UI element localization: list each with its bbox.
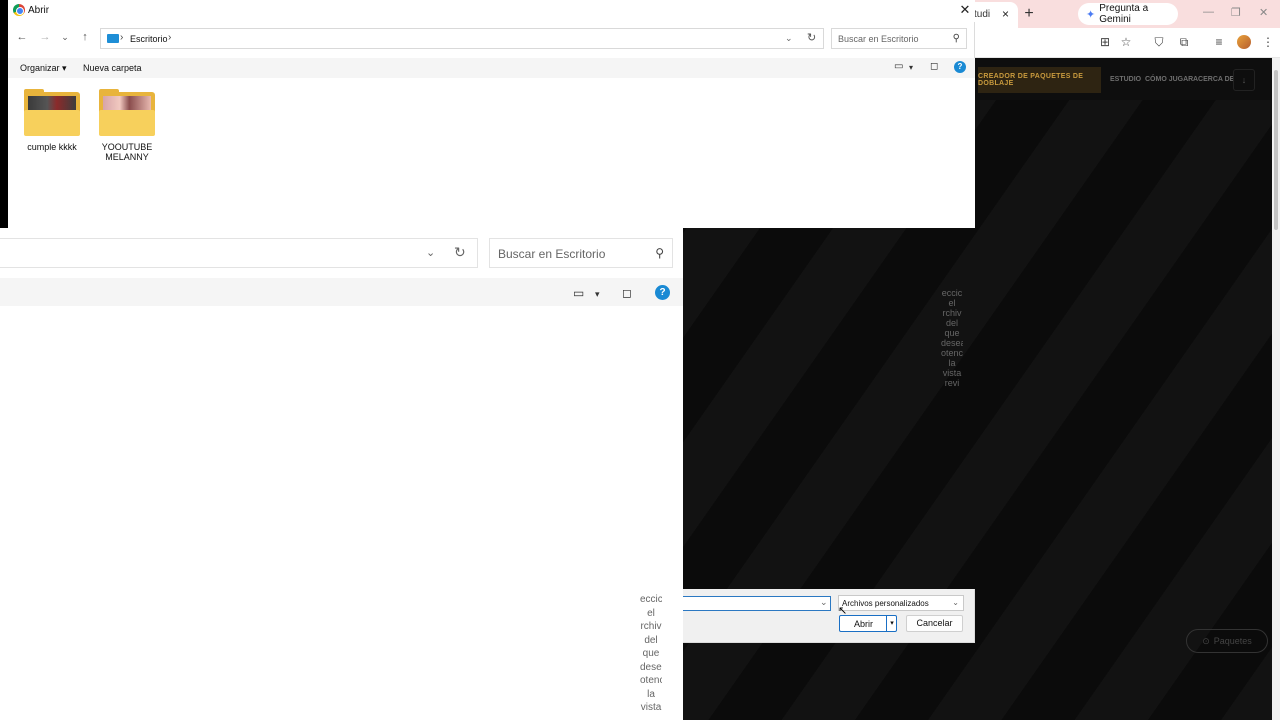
- folder-name: YOOUTUBE MELANNY: [101, 142, 153, 162]
- refresh-icon[interactable]: ↻: [807, 31, 816, 44]
- open-button-label: Abrir: [854, 619, 874, 629]
- preview-hint-text-ghost: eccic el rchiv del que desea otenc la vi…: [640, 594, 662, 713]
- breadcrumb-escritorio[interactable]: Escritorio: [130, 34, 168, 44]
- recent-locations-button[interactable]: ⌄: [58, 32, 72, 43]
- restore-window-icon[interactable]: ❐: [1231, 6, 1241, 19]
- extensions-icon[interactable]: ⧉: [1176, 35, 1192, 50]
- scrollbar-thumb[interactable]: [1274, 70, 1278, 230]
- new-tab-button[interactable]: +: [1020, 5, 1038, 23]
- nav-link-estudio[interactable]: ESTUDIO: [1110, 76, 1141, 83]
- user-icon[interactable]: ↓: [1233, 69, 1255, 91]
- media-icon[interactable]: ≡: [1211, 35, 1227, 49]
- file-list: cumple kkkk YOOUTUBE MELANNY: [8, 78, 975, 228]
- gemini-label: Pregunta a Gemini: [1099, 3, 1149, 25]
- forward-button[interactable]: →: [38, 31, 52, 43]
- star-icon[interactable]: ☆: [1118, 35, 1134, 49]
- folder-item[interactable]: YOOUTUBE MELANNY: [92, 89, 162, 162]
- close-window-icon[interactable]: ✕: [1259, 6, 1268, 19]
- browser-tab[interactable]: tudi ×: [968, 2, 1018, 28]
- breadcrumb-separator-icon[interactable]: ›: [120, 32, 123, 43]
- ghost-search-placeholder: Buscar en Escritorio: [498, 247, 606, 261]
- gemini-sparkle-icon: ✦: [1086, 8, 1096, 21]
- filetype-value: Archivos personalizados: [842, 599, 929, 608]
- paquetes-label: Paquetes: [1213, 636, 1252, 646]
- gemini-button[interactable]: ✦ Pregunta a Gemini: [1078, 3, 1178, 25]
- organize-button[interactable]: Organizar ▾: [20, 63, 67, 74]
- menu-icon[interactable]: ⋮: [1260, 35, 1276, 49]
- new-folder-button[interactable]: Nueva carpeta: [83, 63, 142, 73]
- up-button[interactable]: ↑: [78, 31, 92, 43]
- address-bar[interactable]: › Escritorio › ⌄ ↻: [100, 28, 824, 49]
- translate-icon[interactable]: ⊞: [1097, 35, 1113, 49]
- mouse-cursor-icon: ↖: [838, 605, 848, 617]
- refresh-icon: ↻: [454, 244, 466, 260]
- folder-item[interactable]: cumple kkkk: [17, 89, 87, 152]
- chevron-down-icon: ⌄: [426, 247, 436, 259]
- render-artifact-strip: [0, 0, 8, 228]
- preview-hint-text: eccic el rchiv del que desea otenc la vi…: [941, 288, 963, 388]
- help-icon[interactable]: ?: [954, 61, 966, 73]
- close-dialog-button[interactable]: ✕: [958, 2, 972, 18]
- chevron-down-icon[interactable]: ⌄: [820, 597, 828, 608]
- command-bar: [8, 58, 975, 78]
- dialog-titlebar[interactable]: [8, 0, 975, 22]
- shield-icon[interactable]: ⛉: [1151, 35, 1167, 50]
- folder-name: cumple kkkk: [27, 142, 77, 152]
- preview-pane-icon[interactable]: ◻: [930, 61, 938, 72]
- dialog-title: Abrir: [28, 5, 50, 16]
- nav-link-acerca[interactable]: ACERCA DE: [1193, 76, 1234, 83]
- creator-cta-button[interactable]: CREADOR DE PAQUETES DE DOBLAJE: [978, 67, 1101, 93]
- package-icon: ⊙: [1202, 635, 1210, 646]
- open-options-dropdown[interactable]: ▾: [886, 616, 897, 631]
- open-button[interactable]: Abrir ▾: [839, 615, 897, 632]
- search-placeholder: Buscar en Escritorio: [838, 34, 919, 44]
- minimize-window-icon[interactable]: —: [1203, 6, 1214, 18]
- address-history-icon[interactable]: ⌄: [785, 33, 793, 44]
- close-tab-icon[interactable]: ×: [1002, 7, 1009, 21]
- avatar[interactable]: [1237, 35, 1251, 49]
- paquetes-button[interactable]: ⊙ Paquetes: [1186, 629, 1268, 653]
- filename-input[interactable]: [683, 596, 831, 611]
- chevron-down-icon: ⌄: [952, 598, 959, 607]
- ghost-search-box: Buscar en Escritorio ⚲: [489, 238, 673, 268]
- view-options-chevron-icon[interactable]: ▾: [909, 63, 913, 72]
- chrome-icon: [13, 4, 25, 16]
- back-button[interactable]: ←: [15, 31, 29, 43]
- browser-tab-title: tudi: [974, 9, 991, 20]
- desktop-icon: [107, 34, 119, 43]
- search-icon: ⚲: [952, 33, 960, 44]
- change-view-icon[interactable]: ▭: [894, 61, 903, 72]
- nav-link-como-jugar[interactable]: CÓMO JUGAR: [1145, 76, 1193, 83]
- filetype-select[interactable]: Archivos personalizados ⌄: [838, 595, 964, 611]
- view-icon: ▭: [573, 286, 585, 300]
- preview-pane-icon: ◻: [622, 286, 632, 300]
- search-icon: ⚲: [655, 246, 664, 260]
- help-icon: ?: [655, 285, 670, 300]
- folder-icon: [24, 89, 80, 136]
- search-input[interactable]: Buscar en Escritorio ⚲: [831, 28, 967, 49]
- caret-down-icon: ▾: [595, 289, 600, 299]
- ghost-address-bar: [0, 238, 478, 268]
- breadcrumb-separator-icon[interactable]: ›: [168, 32, 171, 43]
- cancel-button[interactable]: Cancelar: [906, 615, 963, 632]
- folder-icon: [99, 89, 155, 136]
